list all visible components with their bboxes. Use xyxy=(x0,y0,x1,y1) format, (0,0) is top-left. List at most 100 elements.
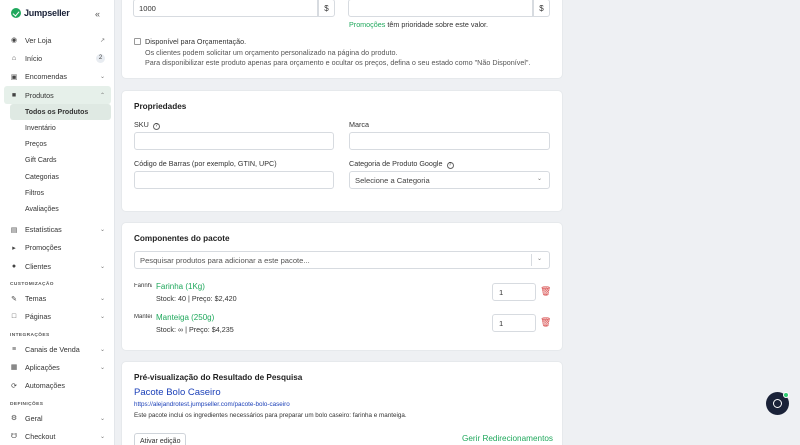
sidebar-item-label: Encomendas xyxy=(25,72,67,82)
promocoes-link[interactable]: Promoções xyxy=(349,20,385,29)
sidebar-item-label: Aplicações xyxy=(25,362,60,372)
bundle-item-quantity[interactable]: 1 xyxy=(492,314,536,332)
online-status-dot xyxy=(783,392,789,398)
sidebar-item-promocoes[interactable]: ▸ Promoções xyxy=(4,239,111,257)
google-category-placeholder: Selecione a Categoria xyxy=(355,175,430,185)
sidebar-subitem-todos-produtos[interactable]: Todos os Produtos xyxy=(10,104,111,121)
page-icon: □ xyxy=(11,313,17,321)
sidebar-item-inicio[interactable]: ⌂ Início 2 xyxy=(4,49,111,67)
sidebar-item-temas[interactable]: ✎ Temas ⌄ xyxy=(4,289,111,307)
box-icon: ■ xyxy=(11,91,17,99)
sidebar-item-label: Geral xyxy=(25,413,43,423)
promo-note: Promoções têm prioridade sobre este valo… xyxy=(349,20,488,29)
quote-checkbox-label[interactable]: Disponível para Orçamentação. xyxy=(145,37,246,46)
bundle-title: Componentes do pacote xyxy=(134,234,230,243)
trash-icon[interactable]: 🗑 xyxy=(540,317,551,328)
quote-checkbox[interactable] xyxy=(134,38,141,45)
price-input[interactable]: 1000 xyxy=(133,0,318,17)
chat-button[interactable] xyxy=(766,392,789,415)
logo-text: Jumpseller xyxy=(24,8,70,18)
logo[interactable]: Jumpseller xyxy=(11,8,70,18)
sidebar-item-aplicacoes[interactable]: ▦ Aplicações ⌄ xyxy=(4,358,111,376)
barcode-input[interactable] xyxy=(134,171,334,189)
sidebar-item-label: Automações xyxy=(25,381,65,391)
external-link-icon: ↗ xyxy=(99,37,105,44)
chevron-down-icon: ⌄ xyxy=(537,256,543,262)
sidebar-item-label: Início xyxy=(25,53,43,63)
manage-redirects-link[interactable]: Gerir Redirecionamentos xyxy=(462,434,553,443)
select-divider xyxy=(531,254,532,266)
chevron-down-icon: ⌄ xyxy=(99,364,105,371)
sidebar-subitem-filtros[interactable]: Filtros xyxy=(4,185,111,201)
eye-icon: ◉ xyxy=(10,37,18,45)
sku-label-text: SKU xyxy=(134,120,149,129)
compare-price-input[interactable] xyxy=(348,0,533,17)
properties-card: Propriedades SKU ? Marca Código de Barra… xyxy=(122,91,562,211)
sidebar-subitem-inventario[interactable]: Inventário xyxy=(4,120,111,136)
sidebar-subitem-avaliacoes[interactable]: Avaliações xyxy=(4,201,111,217)
sidebar-item-paginas[interactable]: □ Páginas ⌄ xyxy=(4,308,111,326)
sku-label: SKU ? xyxy=(134,120,160,130)
channels-icon: ≡ xyxy=(11,345,17,353)
sidebar-item-label: Canais de Venda xyxy=(25,344,80,354)
price-currency-addon: $ xyxy=(318,0,335,17)
bundle-search-input[interactable]: Pesquisar produtos para adicionar a este… xyxy=(134,251,550,269)
sidebar-item-automacoes[interactable]: ⟳ Automações xyxy=(4,377,111,395)
seo-result-title[interactable]: Pacote Bolo Caseiro xyxy=(134,387,221,398)
sidebar-item-label: Temas xyxy=(25,294,47,304)
chevron-up-icon: ⌃ xyxy=(99,92,105,99)
sidebar-item-encomendas[interactable]: ▣ Encomendas ⌄ xyxy=(4,68,111,86)
sku-input[interactable] xyxy=(134,132,334,150)
collapse-sidebar-icon[interactable]: « xyxy=(95,9,100,19)
sidebar-item-ver-loja[interactable]: ◉ Ver Loja ↗ xyxy=(4,31,111,49)
chevron-down-icon: ⌄ xyxy=(99,296,105,303)
sidebar-subitem-gift-cards[interactable]: Gift Cards xyxy=(4,153,111,169)
bundle-item-quantity[interactable]: 1 xyxy=(492,283,536,301)
bundle-item-stock: Stock: 40 | Preço: $2,420 xyxy=(156,294,237,303)
gear-icon: ⚙ xyxy=(10,415,18,423)
chevron-down-icon: ⌄ xyxy=(99,314,105,321)
sidebar-item-estatisticas[interactable]: ▤ Estatísticas ⌄ xyxy=(4,221,111,239)
section-title-integracoes: INTEGRAÇÕES xyxy=(10,332,50,338)
bundle-item-name[interactable]: Manteiga (250g) xyxy=(156,313,214,322)
chevron-down-icon: ⌄ xyxy=(537,176,543,182)
sidebar-item-geral[interactable]: ⚙ Geral ⌄ xyxy=(4,409,111,427)
google-category-select[interactable]: Selecione a Categoria xyxy=(349,171,550,189)
help-circle-icon[interactable]: ? xyxy=(446,162,454,169)
brand-input[interactable] xyxy=(349,132,550,150)
chart-icon: ▤ xyxy=(10,226,18,234)
sidebar-item-label: Ver Loja xyxy=(25,35,52,45)
sidebar-item-label: Promoções xyxy=(25,243,62,253)
cart-icon: ☋ xyxy=(10,433,18,441)
automation-icon: ⟳ xyxy=(11,382,17,390)
sidebar: Jumpseller « ◉ Ver Loja ↗ ⌂ Início 2 ▣ E… xyxy=(0,0,115,445)
quote-description-1: Os clientes podem solicitar um orçamento… xyxy=(145,48,398,57)
google-category-label: Categoria de Produto Google ? xyxy=(349,159,454,169)
sidebar-item-checkout[interactable]: ☋ Checkout ⌄ xyxy=(4,427,111,445)
products-submenu: Todos os Produtos Inventário Preços Gift… xyxy=(4,104,111,217)
chevron-down-icon: ⌄ xyxy=(99,227,105,234)
sidebar-item-label: Checkout xyxy=(25,431,56,441)
sidebar-item-canais-venda[interactable]: ≡ Canais de Venda ⌄ xyxy=(4,340,111,358)
bundle-item-name[interactable]: Farinha (1Kg) xyxy=(156,282,205,291)
compare-price-currency-addon: $ xyxy=(533,0,550,17)
trash-icon[interactable]: 🗑 xyxy=(540,286,551,297)
seo-result-url: https://alejandrotest.jumpseller.com/pac… xyxy=(134,401,290,408)
sidebar-item-label: Clientes xyxy=(25,261,51,271)
seo-title: Pré-visualização do Resultado de Pesquis… xyxy=(134,373,303,382)
sidebar-subitem-categorias[interactable]: Categorias xyxy=(4,169,111,185)
users-icon: ● xyxy=(11,262,17,270)
quote-description-2: Para disponibilizar este produto apenas … xyxy=(145,58,531,67)
enable-edit-button[interactable]: Ativar edição xyxy=(134,433,187,445)
brand-label: Marca xyxy=(349,120,369,129)
properties-title: Propriedades xyxy=(134,102,187,111)
help-circle-icon[interactable]: ? xyxy=(152,123,160,130)
seo-result-description: Este pacote inclui os ingredientes neces… xyxy=(134,412,407,419)
jumpseller-logo-icon xyxy=(11,8,21,18)
chevron-down-icon: ⌄ xyxy=(99,415,105,422)
chevron-down-icon: ⌄ xyxy=(99,433,105,440)
sidebar-subitem-precos[interactable]: Preços xyxy=(4,137,111,153)
chat-icon xyxy=(773,399,782,408)
sidebar-item-clientes[interactable]: ● Clientes ⌄ xyxy=(4,257,111,275)
sidebar-item-produtos[interactable]: ■ Produtos ⌃ xyxy=(4,85,111,105)
